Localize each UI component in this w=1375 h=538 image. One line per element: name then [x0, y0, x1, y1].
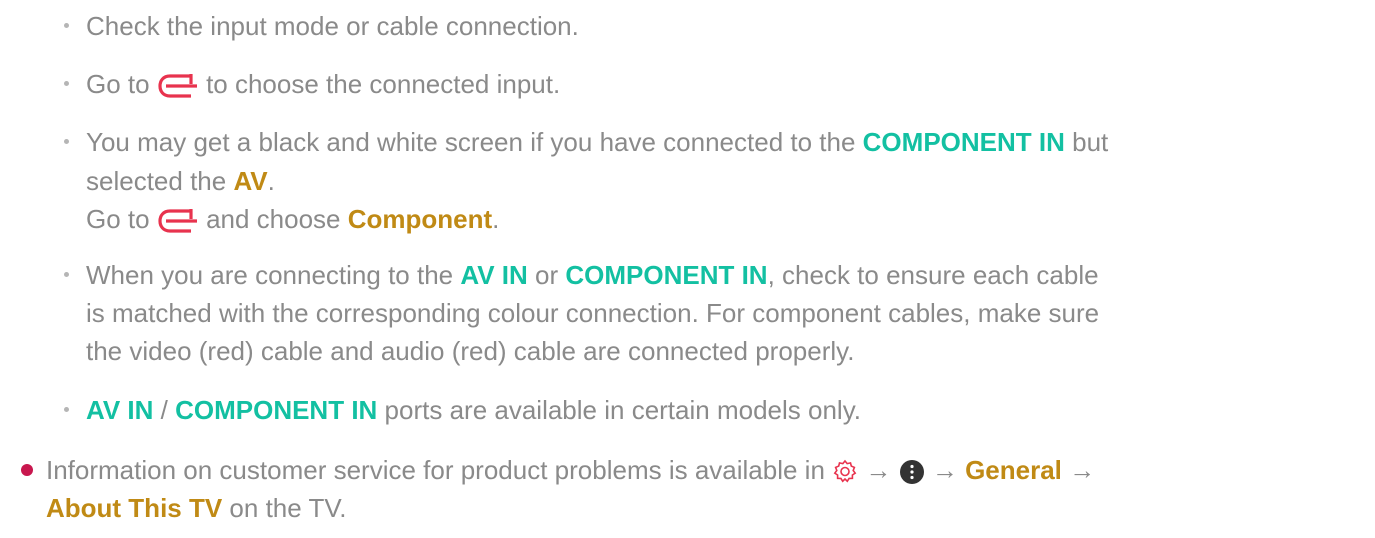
text-segment: Go to [86, 69, 157, 99]
text-segment: When you are connecting to the [86, 260, 461, 290]
bullet-text: Check the input mode or cable connection… [86, 11, 579, 41]
text-segment: . [267, 166, 275, 196]
input-icon [158, 209, 197, 233]
bullet-black-white-l1: You may get a black and white screen if … [86, 126, 1108, 158]
general-menu-term: General [965, 455, 1062, 485]
text-segment: but [1064, 127, 1109, 157]
arrow-separator: → [1069, 455, 1096, 485]
arrow-separator: → [865, 455, 892, 485]
text-segment: is matched with the corresponding colour… [86, 298, 1100, 328]
bullet-dot [64, 139, 69, 144]
text-segment: ports are available in certain models on… [377, 395, 861, 425]
component-in-term: COMPONENT IN [862, 127, 1065, 157]
bullet-black-white-l3: Go to and choose Component. [86, 203, 499, 236]
bullet-black-white-l2: selected the AV. [86, 165, 275, 197]
text-segment: on the TV. [222, 493, 347, 523]
text-segment: / [153, 395, 176, 425]
text-segment: and choose [206, 204, 348, 234]
text-segment: , check to ensure each cable [767, 260, 1099, 290]
settings-gear-icon [833, 459, 857, 483]
bullet-av-component-l2: is matched with the corresponding colour… [86, 297, 1099, 329]
bullet-ports-available: AV IN / COMPONENT IN ports are available… [86, 394, 861, 426]
about-this-tv-term: About This TV [46, 493, 223, 523]
input-icon [158, 74, 197, 98]
more-menu-icon [899, 460, 924, 485]
bullet-av-component-l1: When you are connecting to the AV IN or … [86, 259, 1099, 291]
av-in-term: AV IN [86, 395, 154, 425]
text-segment: . [492, 204, 500, 234]
bullet-dot [64, 23, 69, 28]
bullet-check-input: Check the input mode or cable connection… [86, 10, 579, 42]
text-segment: to choose the connected input. [206, 69, 561, 99]
arrow-separator: → [931, 455, 958, 485]
bullet-dot [64, 407, 69, 412]
bullet-av-component-l3: the video (red) cable and audio (red) ca… [86, 335, 854, 367]
text-segment: or [527, 260, 566, 290]
text-segment: Go to [86, 204, 157, 234]
av-term: AV [233, 166, 268, 196]
bullet-dot [64, 81, 69, 86]
text-segment: You may get a black and white screen if … [86, 127, 863, 157]
component-term: Component [347, 204, 493, 234]
bullet-go-to-input: Go to to choose the connected input. [86, 68, 560, 101]
info-line-1: Information on customer service for prod… [46, 454, 1095, 486]
text-segment: Information on customer service for prod… [46, 455, 833, 485]
component-in-term: COMPONENT IN [565, 260, 768, 290]
av-in-term: AV IN [460, 260, 528, 290]
info-line-2: About This TV on the TV. [46, 492, 347, 524]
component-in-term: COMPONENT IN [175, 395, 378, 425]
bullet-dot [64, 272, 69, 277]
text-segment: selected the [86, 166, 234, 196]
info-bullet-dot [21, 464, 33, 476]
text-segment: the video (red) cable and audio (red) ca… [86, 336, 855, 366]
